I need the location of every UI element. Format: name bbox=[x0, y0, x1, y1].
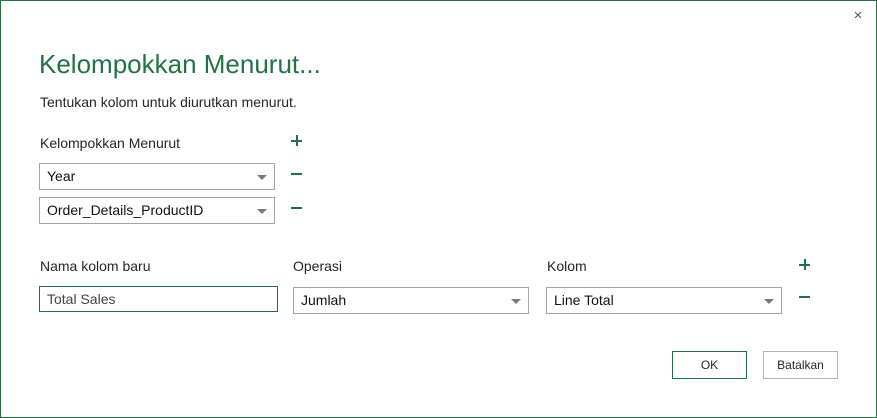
dialog-subtitle: Tentukan kolom untuk diurutkan menurut. bbox=[40, 94, 297, 110]
add-aggregation-plus-icon[interactable] bbox=[797, 257, 813, 273]
new-column-name-label: Nama kolom baru bbox=[40, 258, 151, 274]
chevron-down-icon bbox=[511, 299, 521, 304]
dialog-title: Kelompokkan Menurut... bbox=[39, 49, 321, 79]
new-column-name-input[interactable] bbox=[39, 286, 278, 312]
add-group-by-plus-icon[interactable] bbox=[289, 133, 305, 149]
ok-button[interactable]: OK bbox=[672, 351, 747, 379]
remove-group-by-1-minus-icon[interactable] bbox=[289, 166, 305, 182]
group-by-label: Kelompokkan Menurut bbox=[40, 135, 181, 151]
chevron-down-icon bbox=[257, 175, 267, 180]
cancel-button[interactable]: Batalkan bbox=[763, 351, 838, 379]
column-label: Kolom bbox=[547, 258, 587, 274]
column-select[interactable]: Line Total bbox=[546, 287, 782, 314]
operation-label: Operasi bbox=[293, 258, 343, 274]
operation-select[interactable]: Jumlah bbox=[293, 287, 529, 314]
remove-group-by-2-minus-icon[interactable] bbox=[289, 200, 305, 216]
group-by-select-2-value: Order_Details_ProductID bbox=[47, 202, 204, 218]
close-icon[interactable]: × bbox=[849, 7, 867, 25]
group-by-select-1-value: Year bbox=[47, 168, 76, 184]
group-by-select-1[interactable]: Year bbox=[39, 163, 275, 190]
operation-select-value: Jumlah bbox=[301, 292, 347, 308]
remove-aggregation-minus-icon[interactable] bbox=[797, 289, 813, 305]
column-select-value: Line Total bbox=[554, 292, 614, 308]
group-by-dialog: × Kelompokkan Menurut... Tentukan kolom … bbox=[0, 0, 877, 418]
chevron-down-icon bbox=[257, 209, 267, 214]
chevron-down-icon bbox=[764, 299, 774, 304]
group-by-select-2[interactable]: Order_Details_ProductID bbox=[39, 197, 275, 224]
